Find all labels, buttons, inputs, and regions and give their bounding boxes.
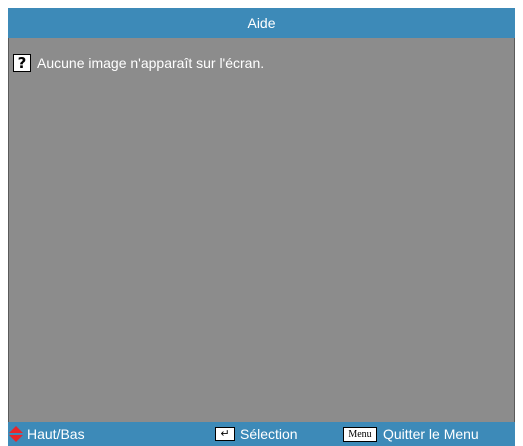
hint-exit-menu-label: Quitter le Menu: [383, 426, 479, 442]
help-item-text: Aucune image n'apparaît sur l'écran.: [37, 55, 265, 71]
osd-help-window: Aide ? Aucune image n'apparaît sur l'écr…: [8, 8, 515, 446]
footer-hint-bar: Haut/Bas ↵ Sélection Menu Quitter le Men…: [8, 422, 515, 446]
hint-up-down: Haut/Bas: [9, 422, 85, 446]
hint-up-down-label: Haut/Bas: [27, 426, 85, 442]
hint-exit-menu: Menu Quitter le Menu: [343, 422, 479, 446]
hint-select: ↵ Sélection: [215, 422, 298, 446]
question-mark-icon: ?: [13, 54, 31, 72]
title-bar: Aide: [8, 8, 515, 38]
up-down-arrows-icon: [9, 426, 23, 442]
page-title: Aide: [247, 15, 276, 31]
enter-key-icon: ↵: [215, 427, 235, 441]
help-item[interactable]: ? Aucune image n'apparaît sur l'écran.: [13, 53, 264, 73]
help-content-area: ? Aucune image n'apparaît sur l'écran.: [8, 38, 515, 422]
hint-select-label: Sélection: [240, 426, 298, 442]
menu-key-icon: Menu: [343, 426, 377, 442]
